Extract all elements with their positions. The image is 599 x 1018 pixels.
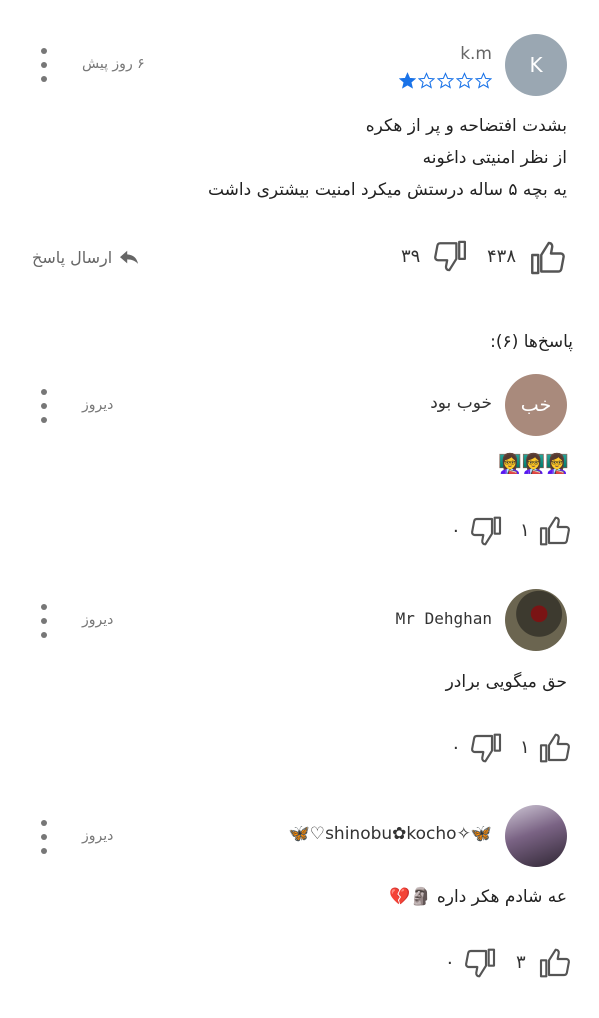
reply-author[interactable]: 🦋✧shinobu✿kocho♡🦋 bbox=[289, 824, 492, 844]
reply-arrow-icon bbox=[120, 250, 139, 264]
like-count: ۴۳۸ bbox=[487, 246, 517, 267]
thumbs-down-icon[interactable] bbox=[433, 238, 467, 274]
like-count: ۱ bbox=[520, 520, 530, 541]
thumbs-up-icon[interactable] bbox=[530, 240, 566, 276]
thumbs-down-icon[interactable] bbox=[470, 514, 502, 548]
star-icon bbox=[399, 72, 416, 89]
reply-text: 👩‍🏫👩‍🏫👩‍🏫 bbox=[498, 453, 569, 475]
rating-stars bbox=[399, 72, 492, 89]
more-options-icon[interactable] bbox=[36, 820, 52, 854]
reply-time: دیروز bbox=[82, 397, 114, 413]
reply-button-label: ارسال پاسخ bbox=[32, 248, 113, 267]
comment-time: ۶ روز پیش bbox=[82, 56, 145, 72]
star-outline-icon bbox=[456, 72, 473, 89]
dislike-count: ۰ bbox=[445, 952, 455, 973]
thumbs-down-icon[interactable] bbox=[464, 946, 496, 980]
thumbs-down-icon[interactable] bbox=[470, 731, 502, 765]
comment-line: بشدت افتضاحه و پر از هکره bbox=[365, 116, 567, 136]
like-count: ۳ bbox=[516, 952, 526, 973]
avatar-letter: K bbox=[529, 53, 543, 77]
comment-line: از نظر امنیتی داغونه bbox=[422, 148, 567, 168]
reply-button[interactable]: ارسال پاسخ bbox=[32, 248, 140, 267]
avatar[interactable] bbox=[505, 589, 567, 651]
reply-author[interactable]: خوب بود bbox=[430, 393, 492, 413]
star-outline-icon bbox=[418, 72, 435, 89]
thumbs-up-icon[interactable] bbox=[539, 946, 571, 980]
thumbs-up-icon[interactable] bbox=[539, 514, 571, 548]
avatar[interactable]: K bbox=[505, 34, 567, 96]
comment-author[interactable]: k.m bbox=[460, 44, 492, 64]
replies-title: پاسخ‌ها (۶): bbox=[490, 332, 573, 352]
reply-author[interactable]: Mr Dehghan bbox=[396, 609, 492, 628]
avatar[interactable] bbox=[505, 805, 567, 867]
reply-text: عه شادم هکر داره 🗿💔 bbox=[389, 887, 567, 907]
more-options-icon[interactable] bbox=[36, 48, 52, 82]
like-count: ۱ bbox=[520, 737, 530, 758]
thumbs-up-icon[interactable] bbox=[539, 731, 571, 765]
more-options-icon[interactable] bbox=[36, 389, 52, 423]
dislike-count: ۰ bbox=[451, 737, 461, 758]
avatar-letter: خب bbox=[520, 394, 552, 416]
star-outline-icon bbox=[437, 72, 454, 89]
dislike-count: ۰ bbox=[451, 520, 461, 541]
dislike-count: ۳۹ bbox=[401, 246, 421, 267]
reply-time: دیروز bbox=[82, 612, 114, 628]
reply-time: دیروز bbox=[82, 828, 114, 844]
more-options-icon[interactable] bbox=[36, 604, 52, 638]
comment-body: بشدت افتضاحه و پر از هکره از نظر امنیتی … bbox=[208, 110, 567, 206]
comment-line: یه بچه ۵ ساله درستش میکرد امنیت بیشتری د… bbox=[207, 180, 567, 200]
reply-text: حق میگویی برادر bbox=[445, 672, 567, 692]
avatar[interactable]: خب bbox=[505, 374, 567, 436]
star-outline-icon bbox=[475, 72, 492, 89]
